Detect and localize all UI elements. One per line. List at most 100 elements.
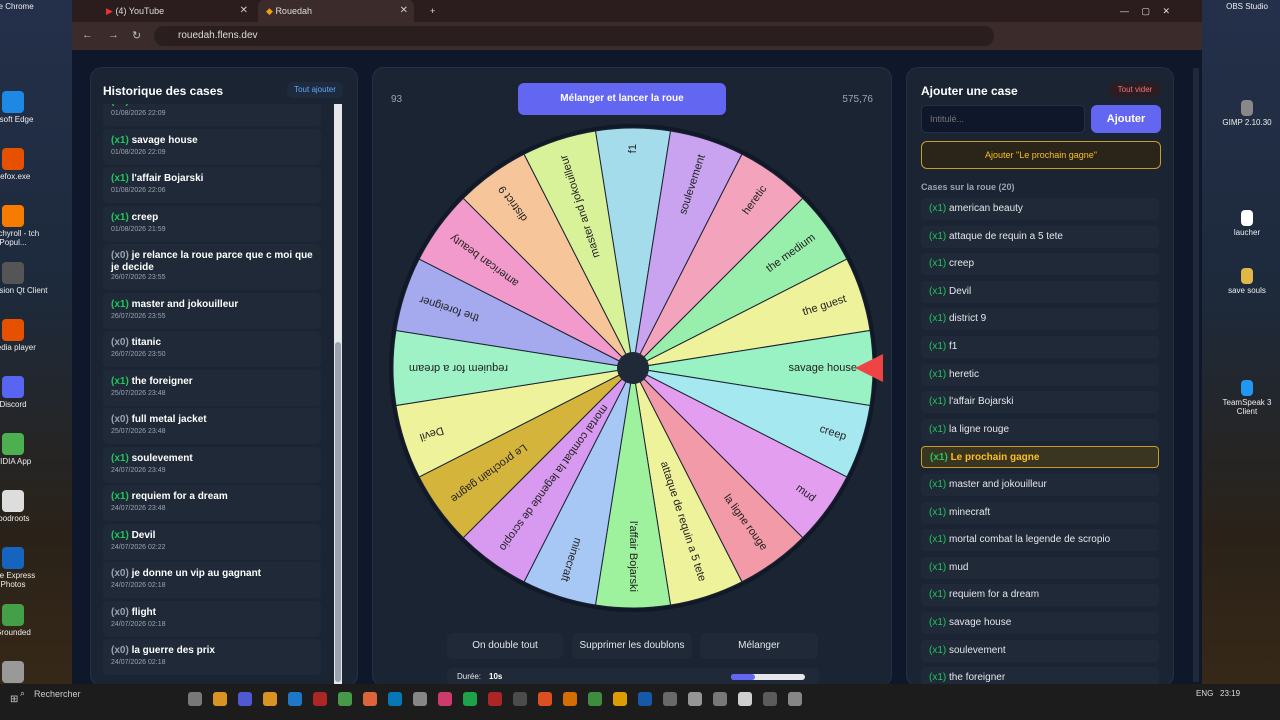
list-item[interactable]: (x1) f1 <box>921 336 1159 358</box>
taskbar-app-icon[interactable] <box>363 692 377 706</box>
desktop-icon[interactable]: loodroots <box>0 490 48 523</box>
taskbar-app-icon[interactable] <box>388 692 402 706</box>
list-item[interactable]: (x1) Le prochain gagne <box>921 446 1159 469</box>
tab-rouedah[interactable]: ◆ Rouedah ✕ <box>258 0 414 22</box>
taskbar-app-icon[interactable] <box>538 692 552 706</box>
taskbar-app-icon[interactable] <box>738 692 752 706</box>
list-item[interactable]: (x1) the foreigner 25/07/2026 23:48 <box>103 369 321 406</box>
taskbar-app-icon[interactable] <box>513 692 527 706</box>
forward-icon[interactable]: → <box>108 29 119 41</box>
taskbar-app-icon[interactable] <box>688 692 702 706</box>
add-button[interactable]: Ajouter <box>1091 105 1161 133</box>
address-bar[interactable]: rouedah.flens.dev <box>154 26 994 46</box>
list-item[interactable]: (x0) titanic 26/07/2026 23:50 <box>103 331 321 367</box>
taskbar-app-icon[interactable] <box>338 692 352 706</box>
desktop-icon[interactable]: nsmission Qt Client <box>0 262 48 295</box>
list-item[interactable]: (x1) soulevement 24/07/2026 23:49 <box>103 446 321 483</box>
list-item[interactable]: (x1) district 9 <box>921 308 1159 331</box>
list-item[interactable]: (x1) requiem for a dream <box>921 584 1159 607</box>
list-item[interactable]: (x0) full metal jacket 25/07/2026 23:48 <box>103 408 321 444</box>
taskbar-app-icon[interactable] <box>213 692 227 706</box>
taskbar-app-icon[interactable] <box>313 692 327 706</box>
list-item[interactable]: (x1) attaque de requin a 5 tete <box>921 225 1159 248</box>
reload-icon[interactable]: ↻ <box>132 29 141 42</box>
desktop-icon[interactable]: runchyroll - tch Popul... <box>0 205 48 247</box>
taskbar-app-icon[interactable] <box>638 692 652 706</box>
taskbar-app-icon[interactable] <box>238 692 252 706</box>
desktop-icon[interactable]: save souls <box>1212 268 1280 295</box>
taskbar-app-icon[interactable] <box>713 692 727 706</box>
duration-slider[interactable] <box>731 674 805 680</box>
desktop-icon[interactable]: TeamSpeak 3 Client <box>1212 380 1280 416</box>
list-item[interactable]: (x0) je relance la roue parce que c moi … <box>103 244 321 290</box>
desktop-icon[interactable]: GIMP 2.10.30 <box>1212 100 1280 127</box>
list-item[interactable]: (x1) mad 01/08/2026 22:09 <box>103 104 321 126</box>
clear-all-button[interactable]: Tout vider <box>1109 82 1161 98</box>
taskbar-app-icon[interactable] <box>288 692 302 706</box>
add-all-button[interactable]: Tout ajouter <box>287 82 343 98</box>
list-item[interactable]: (x1) american beauty <box>921 198 1159 220</box>
desktop-icon[interactable]: Discord <box>0 376 48 409</box>
list-item[interactable]: (x1) savage house <box>921 612 1159 634</box>
taskbar-app-icon[interactable] <box>438 692 452 706</box>
list-item[interactable]: (x1) requiem for a dream 24/07/2026 23:48 <box>103 485 321 521</box>
desktop-icon[interactable]: irefox.exe <box>0 148 48 181</box>
start-icon[interactable]: ⊞ <box>10 694 18 705</box>
list-item[interactable]: (x1) master and jokouilleur <box>921 474 1159 496</box>
desktop-icon[interactable]: VIDIA App <box>0 433 48 466</box>
taskbar-app-icon[interactable] <box>188 692 202 706</box>
taskbar-app-icon[interactable] <box>413 692 427 706</box>
taskbar-app-icon[interactable] <box>788 692 802 706</box>
list-item[interactable]: (x0) flight 24/07/2026 02:18 <box>103 600 321 637</box>
list-item[interactable]: (x1) heretic <box>921 363 1159 386</box>
double-all-button[interactable]: On double tout <box>447 633 563 659</box>
list-item[interactable]: (x1) savage house 01/08/2026 22:09 <box>103 128 321 165</box>
wheel[interactable]: f1soulevement hereticthe mediumthe guests… <box>383 123 883 613</box>
desktop-icon[interactable]: OBS Studio <box>1212 2 1280 11</box>
list-item[interactable]: (x1) creep <box>921 253 1159 276</box>
list-item[interactable]: (x1) l'affair Bojarski <box>921 391 1159 414</box>
list-item[interactable]: (x1) minecraft <box>921 501 1159 524</box>
scroll-thumb[interactable] <box>335 342 341 682</box>
list-item[interactable]: (x0) la guerre des prix 24/07/2026 02:18 <box>103 639 321 675</box>
history-scrollbar[interactable] <box>334 104 342 684</box>
desktop-icon[interactable]: obe Express Photos <box>0 547 48 589</box>
desktop-icon[interactable]: Grounded <box>0 604 48 637</box>
remove-duplicates-button[interactable]: Supprimer les doublons <box>572 633 692 659</box>
search-icon[interactable]: ⌕ <box>20 688 25 699</box>
clock[interactable]: 23:19 <box>1220 689 1240 698</box>
list-item[interactable]: (x1) l'affair Bojarski 01/08/2026 22:06 <box>103 167 321 203</box>
list-item[interactable]: (x1) creep 01/08/2026 21:59 <box>103 205 321 242</box>
new-tab-button[interactable]: + <box>422 0 442 22</box>
list-item[interactable]: (x1) master and jokouilleur 26/07/2026 23… <box>103 292 321 329</box>
list-item[interactable]: (x1) mortal combat la legende de scropio <box>921 529 1159 552</box>
add-next-winner-button[interactable]: Ajouter "Le prochain gagne" <box>921 141 1161 169</box>
desktop-icon[interactable]: gle Chrome <box>0 0 48 11</box>
close-icon[interactable]: ✕ <box>240 3 248 19</box>
taskbar-app-icon[interactable] <box>663 692 677 706</box>
case-input[interactable] <box>921 105 1085 133</box>
desktop-icon[interactable]: media player <box>0 319 48 352</box>
list-item[interactable]: (x1) Devil <box>921 280 1159 303</box>
list-item[interactable]: (x1) Devil 24/07/2026 02:22 <box>103 523 321 560</box>
taskbar-search[interactable]: Rechercher <box>34 689 81 699</box>
tab-youtube[interactable]: ▶ (4) YouTube ✕ <box>98 0 254 22</box>
shuffle-button[interactable]: Mélanger <box>700 633 818 659</box>
spin-button[interactable]: Mélanger et lancer la roue <box>518 83 726 115</box>
taskbar-app-icon[interactable] <box>763 692 777 706</box>
taskbar-app-icon[interactable] <box>488 692 502 706</box>
taskbar-app-icon[interactable] <box>588 692 602 706</box>
back-icon[interactable]: ← <box>82 29 93 41</box>
taskbar-app-icon[interactable] <box>613 692 627 706</box>
desktop-icon[interactable]: rosoft Edge <box>0 91 48 124</box>
desktop-icon[interactable]: laucher <box>1212 210 1280 237</box>
list-item[interactable]: (x0) je donne un vip au gagnant 24/07/202… <box>103 562 321 598</box>
taskbar-app-icon[interactable] <box>563 692 577 706</box>
list-item[interactable]: (x1) la ligne rouge <box>921 418 1159 441</box>
language-indicator[interactable]: ENG <box>1196 689 1213 698</box>
taskbar-app-icon[interactable] <box>463 692 477 706</box>
close-icon[interactable]: ✕ <box>400 3 408 19</box>
list-item[interactable]: (x1) soulevement <box>921 639 1159 662</box>
page-scrollbar[interactable] <box>1193 68 1199 682</box>
taskbar-app-icon[interactable] <box>263 692 277 706</box>
